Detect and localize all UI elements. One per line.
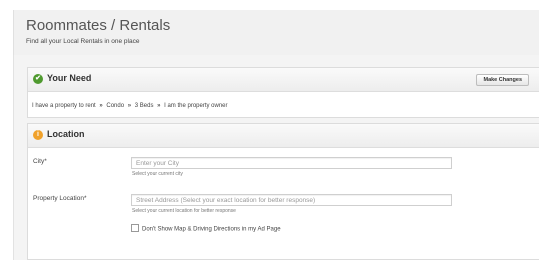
make-changes-button[interactable]: Make Changes xyxy=(476,74,529,86)
info-circle-icon: i xyxy=(33,130,43,140)
chevron-right-icon: » xyxy=(157,103,161,109)
your-need-header: ✔ Your Need Make Changes xyxy=(28,68,539,92)
check-circle-icon: ✔ xyxy=(33,74,43,84)
page-header: Roommates / Rentals Find all your Local … xyxy=(13,10,539,55)
need-summary: I have a property to rent » Condo » 3 Be… xyxy=(32,103,228,109)
location-title: Location xyxy=(47,129,85,139)
city-label: City* xyxy=(33,158,47,165)
location-panel: i Location City* Enter your City Select … xyxy=(27,123,539,260)
page-subtitle: Find all your Local Rentals in one place xyxy=(26,38,140,45)
city-help: Select your current city xyxy=(132,171,183,177)
need-summary-item: Condo xyxy=(106,103,125,109)
your-need-panel: ✔ Your Need Make Changes I have a proper… xyxy=(27,67,539,118)
hide-map-label: Don't Show Map & Driving Directions in m… xyxy=(142,226,281,233)
chevron-right-icon: » xyxy=(99,103,103,109)
property-location-label: Property Location* xyxy=(33,195,87,202)
city-input[interactable]: Enter your City xyxy=(131,157,452,169)
property-location-input[interactable]: Street Address (Select your exact locati… xyxy=(131,194,452,206)
your-need-title: Your Need xyxy=(47,73,92,83)
hide-map-checkbox[interactable] xyxy=(131,224,139,232)
need-summary-item: I have a property to rent xyxy=(32,103,96,109)
chevron-right-icon: » xyxy=(127,103,132,109)
page-title: Roommates / Rentals xyxy=(26,17,171,34)
need-summary-item: I am the property owner xyxy=(164,103,228,109)
hide-map-option[interactable]: Don't Show Map & Driving Directions in m… xyxy=(131,224,281,233)
property-location-help: Select your current location for better … xyxy=(132,208,236,214)
location-header: i Location xyxy=(28,124,539,148)
need-summary-item: 3 Beds xyxy=(134,103,154,109)
